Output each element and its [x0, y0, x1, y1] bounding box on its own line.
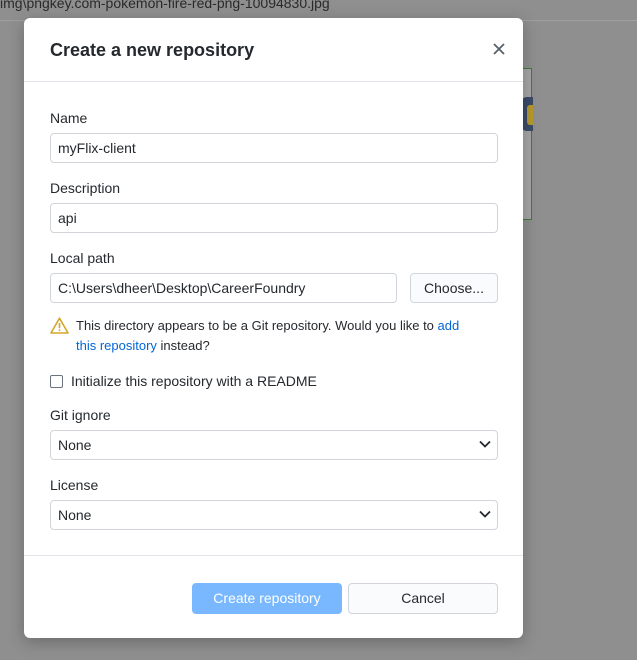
chevron-down-icon — [479, 440, 491, 448]
name-input[interactable]: myFlix-client — [50, 133, 498, 163]
background-file-path: img\pngkey.com-pokemon-fire-red-png-1009… — [0, 0, 330, 11]
dialog-title: Create a new repository — [50, 40, 255, 60]
readme-checkbox[interactable] — [50, 374, 63, 388]
gitignore-selected-value: None — [58, 437, 92, 453]
warning-text-before: This directory appears to be a Git repos… — [76, 318, 438, 333]
license-label: License — [50, 477, 99, 493]
local-path-input[interactable]: C:\Users\dheer\Desktop\CareerFoundry — [50, 273, 397, 303]
gitignore-select[interactable]: None — [50, 430, 498, 460]
warning-icon — [50, 317, 69, 334]
description-label: Description — [50, 180, 121, 196]
choose-button[interactable]: Choose... — [410, 273, 498, 303]
close-icon — [493, 43, 505, 55]
warning-message: This directory appears to be a Git repos… — [76, 316, 476, 356]
gitignore-label: Git ignore — [50, 407, 111, 423]
name-label: Name — [50, 110, 88, 126]
license-selected-value: None — [58, 507, 92, 523]
background-image-fragment-accent — [527, 105, 533, 125]
description-input[interactable]: api — [50, 203, 498, 233]
local-path-label: Local path — [50, 250, 115, 266]
dialog-header: Create a new repository — [24, 18, 523, 82]
license-select[interactable]: None — [50, 500, 498, 530]
chevron-down-icon — [479, 510, 491, 518]
create-repository-button[interactable]: Create repository — [192, 583, 342, 614]
readme-checkbox-row[interactable]: Initialize this repository with a README — [50, 372, 317, 390]
cancel-button[interactable]: Cancel — [348, 583, 498, 614]
create-repository-dialog: Create a new repository Name myFlix-clie… — [24, 18, 523, 638]
readme-checkbox-label[interactable]: Initialize this repository with a README — [71, 373, 317, 389]
warning-text-after: instead? — [156, 338, 210, 353]
footer-divider — [24, 555, 523, 556]
close-button[interactable] — [489, 39, 509, 59]
